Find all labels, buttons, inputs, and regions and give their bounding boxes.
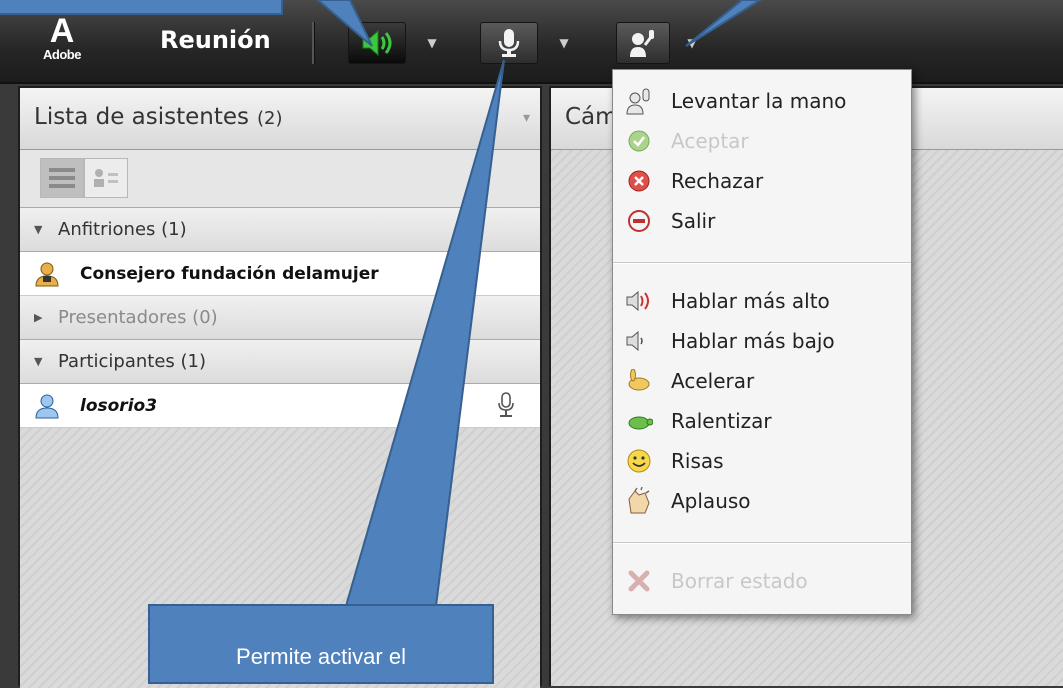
callout-pointer-status xyxy=(685,0,762,47)
callout-pointer-speaker xyxy=(316,0,373,47)
callout-pointers xyxy=(316,0,762,607)
callout-pointer-microphone xyxy=(344,59,505,607)
callout-box-microphone: Permite activar el xyxy=(148,604,494,684)
callout-text: Permite activar el xyxy=(236,644,406,669)
